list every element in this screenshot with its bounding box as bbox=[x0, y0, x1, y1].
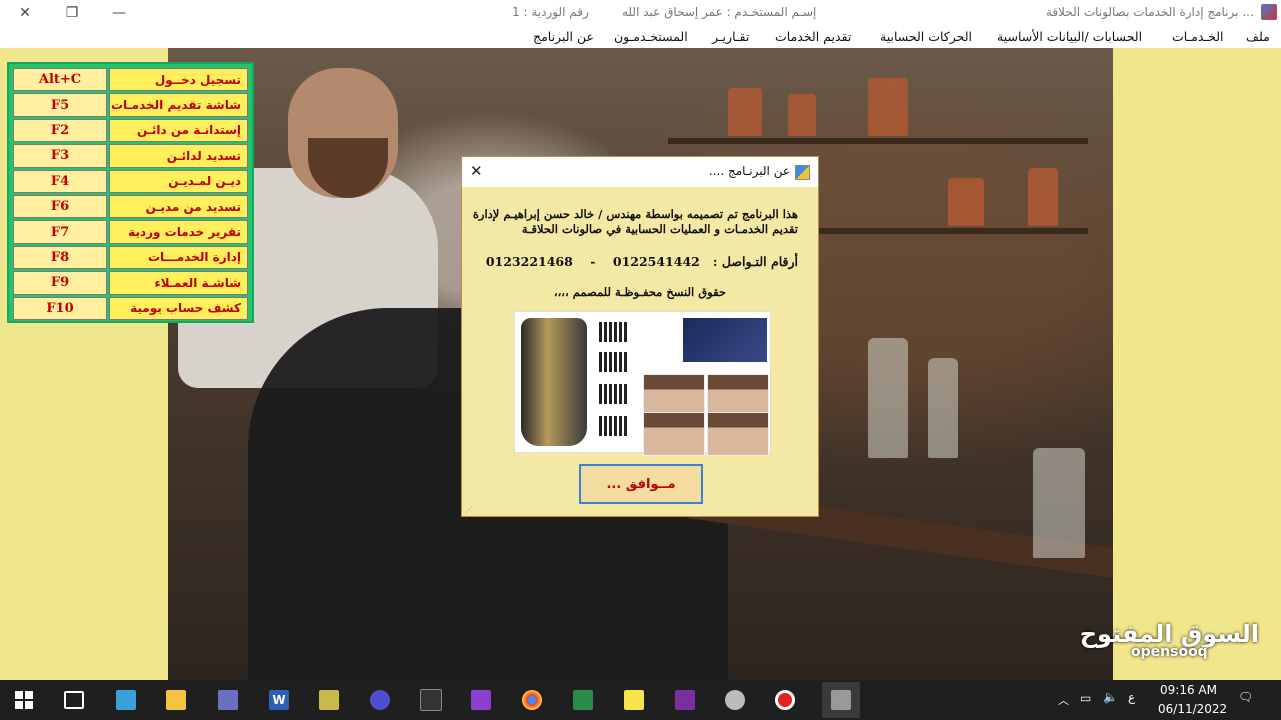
shortcut-label[interactable]: شاشـة العمـلاء bbox=[109, 271, 248, 295]
dialog-app-icon bbox=[795, 165, 810, 180]
watermark-logo: السوق المفتوح opensooq bbox=[1079, 620, 1259, 660]
word-icon[interactable]: W bbox=[265, 686, 293, 714]
menu-services[interactable]: الخـدمـات bbox=[1172, 29, 1224, 44]
menu-users[interactable]: المستخـدمـون bbox=[614, 29, 688, 44]
designer-text-line1: هذا البرنامج تم تصميمه بواسطة مهندس / خا… bbox=[472, 207, 798, 221]
shortcut-row[interactable]: F9 شاشـة العمـلاء bbox=[12, 270, 249, 295]
excel-icon[interactable] bbox=[569, 686, 597, 714]
copyright-text: حقوق النسخ محفـوظـة للمصمم ،،،، bbox=[553, 285, 726, 299]
clock-date[interactable]: 06/11/2022 bbox=[1158, 702, 1227, 716]
record-icon[interactable] bbox=[771, 686, 799, 714]
phone-number-1: 0122541442 bbox=[612, 254, 700, 269]
notifications-icon[interactable]: 🗨 bbox=[1238, 690, 1253, 704]
contact-label: أرقام التـواصل : bbox=[712, 254, 798, 269]
menu-file[interactable]: ملف bbox=[1246, 29, 1270, 44]
close-icon[interactable]: ✕ bbox=[2, 0, 48, 26]
shortcut-label[interactable]: شاشة تقديم الخدمـات bbox=[109, 93, 248, 117]
shortcut-key: F4 bbox=[13, 169, 107, 193]
ok-button[interactable]: مــوافق ... bbox=[579, 464, 703, 504]
shortcut-key: F6 bbox=[13, 194, 107, 219]
clipper-product-image bbox=[514, 311, 771, 456]
shortcut-label[interactable]: تسديد لدائـن bbox=[109, 144, 248, 168]
app-icon bbox=[1261, 4, 1277, 20]
tray-expand-icon[interactable]: ︿ bbox=[1058, 692, 1069, 708]
shortcut-key: F8 bbox=[13, 245, 107, 270]
menu-bar: ملف الخـدمـات الحسابات /البيانات الأساسي… bbox=[0, 26, 1281, 49]
shift-number-label: رقم الوردية : 1 bbox=[512, 5, 589, 19]
title-bar: ✕ ❐ — رقم الوردية : 1 إسـم المستخـدم : ع… bbox=[0, 0, 1281, 27]
user-name-label: إسـم المستخـدم : عمر إسحاق عبد الله bbox=[622, 5, 817, 19]
shortcut-label[interactable]: كشف حساب يومية bbox=[109, 296, 248, 320]
menu-transactions[interactable]: الحركات الحسابية bbox=[880, 29, 972, 44]
about-dialog: ✕ عن البرنـامج .... هذا البرنامج تم تصمي… bbox=[461, 156, 819, 517]
shortcut-key: F7 bbox=[13, 220, 107, 244]
minimize-icon[interactable]: — bbox=[96, 0, 142, 26]
shortcut-row[interactable]: F4 ديـن لمـديـن bbox=[12, 169, 249, 194]
chrome-icon[interactable] bbox=[518, 686, 546, 714]
shortcut-row[interactable]: F5 شاشة تقديم الخدمـات bbox=[12, 92, 249, 117]
shortcut-key: F3 bbox=[13, 144, 107, 168]
shortcut-label[interactable]: إستدانـة من دائـن bbox=[109, 118, 248, 143]
shortcut-key: F10 bbox=[13, 296, 107, 320]
dialog-title: عن البرنـامج .... bbox=[708, 164, 790, 178]
dialog-title-bar: ✕ عن البرنـامج .... bbox=[462, 157, 818, 187]
shortcut-row[interactable]: F8 إدارة الخدمـــات bbox=[12, 245, 249, 270]
menu-accounts[interactable]: الحسابات /البيانات الأساسية bbox=[997, 29, 1142, 44]
battery-icon[interactable]: ▭ bbox=[1080, 691, 1091, 705]
language-indicator[interactable]: ع bbox=[1128, 690, 1135, 704]
restore-icon[interactable]: ❐ bbox=[49, 0, 95, 26]
contact-row: أرقام التـواصل : 0122541442 - 0123221468 bbox=[486, 254, 798, 269]
shortcut-panel: Alt+C تسجيل دخــول F5 شاشة تقديم الخدمـات … bbox=[7, 62, 254, 323]
media-icon[interactable] bbox=[721, 686, 749, 714]
clock-time[interactable]: 09:16 AM bbox=[1160, 683, 1217, 697]
shortcut-label[interactable]: تسديد من مديـن bbox=[109, 194, 248, 219]
taskbar: W ︿ ▭ 🔈 ع 09:16 AM 06/11/2022 🗨 bbox=[0, 680, 1281, 720]
shortcut-label[interactable]: إدارة الخدمـــات bbox=[109, 245, 248, 270]
file-explorer-icon[interactable] bbox=[162, 686, 190, 714]
remote-desktop-icon[interactable] bbox=[112, 686, 140, 714]
shortcut-key: F5 bbox=[13, 93, 107, 117]
phone-separator: - bbox=[590, 254, 596, 269]
shortcut-row[interactable]: F10 كشف حساب يومية bbox=[12, 296, 249, 321]
task-view-icon[interactable] bbox=[60, 686, 88, 714]
access-tools-icon[interactable] bbox=[315, 686, 343, 714]
resize-grip[interactable]: ⋰ bbox=[465, 505, 473, 514]
shortcut-row[interactable]: F3 تسديد لدائـن bbox=[12, 143, 249, 168]
visual-studio-icon[interactable] bbox=[467, 686, 495, 714]
visual-studio-code-icon[interactable] bbox=[214, 686, 242, 714]
shortcut-key: Alt+C bbox=[13, 68, 107, 92]
volume-icon[interactable]: 🔈 bbox=[1103, 690, 1118, 704]
shortcut-key: F9 bbox=[13, 271, 107, 295]
menu-provide-services[interactable]: تقديم الخدمات bbox=[775, 29, 851, 44]
photo-app-icon[interactable] bbox=[822, 682, 860, 718]
shortcut-label[interactable]: تقرير خدمات وردية bbox=[109, 220, 248, 244]
shortcut-row[interactable]: F7 تقرير خدمات وردية bbox=[12, 219, 249, 244]
dialog-close-icon[interactable]: ✕ bbox=[470, 162, 483, 180]
shortcut-key: F2 bbox=[13, 118, 107, 143]
shortcut-row[interactable]: Alt+C تسجيل دخــول bbox=[12, 67, 249, 92]
menu-about[interactable]: عن البرنامج bbox=[533, 29, 594, 44]
phone-number-2: 0123221468 bbox=[485, 254, 573, 269]
shortcut-label[interactable]: تسجيل دخــول bbox=[109, 68, 248, 92]
menu-reports[interactable]: تقـاريـر bbox=[712, 29, 749, 44]
sticky-notes-icon[interactable] bbox=[620, 686, 648, 714]
shortcut-row[interactable]: F2 إستدانـة من دائـن bbox=[12, 118, 249, 143]
terminal-icon[interactable] bbox=[417, 686, 445, 714]
designer-text-line2: تقديم الخدمـات و العمليات الحسابية في صا… bbox=[521, 222, 798, 236]
window-title: برنامج إدارة الخدمات بصالونات الحلاقة ..… bbox=[1046, 5, 1254, 19]
shortcut-label[interactable]: ديـن لمـديـن bbox=[109, 169, 248, 193]
shortcut-row[interactable]: F6 تسديد من مديـن bbox=[12, 194, 249, 219]
start-icon[interactable] bbox=[10, 686, 38, 714]
onenote-icon[interactable] bbox=[671, 686, 699, 714]
dotnet-icon[interactable] bbox=[366, 686, 394, 714]
